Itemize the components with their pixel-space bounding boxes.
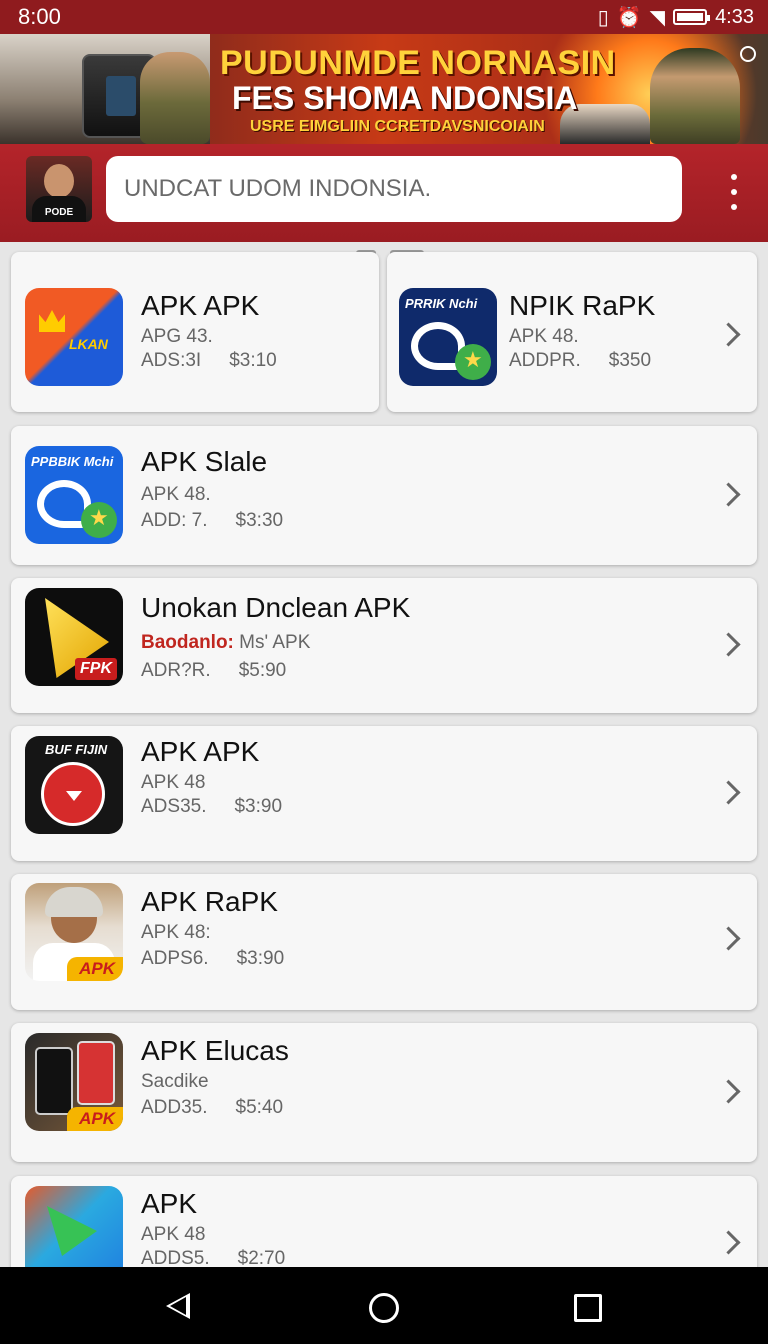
app-card[interactable]: APK APK 48 ADDS5. $2:70 xyxy=(11,1176,757,1284)
app-card[interactable]: PPBBIK Mchi APK Slale APK 48. ADD: 7.$3:… xyxy=(11,426,757,565)
app-title: APK APK xyxy=(141,736,260,767)
app-meta: ADR?R. $5:90 xyxy=(141,660,287,681)
search-header: PODE xyxy=(0,144,768,242)
app-price: $5:40 xyxy=(235,1097,284,1118)
app-title: APK Slale xyxy=(141,446,268,477)
app-icon: FPK xyxy=(25,588,123,686)
chevron-right-icon[interactable] xyxy=(716,482,741,507)
app-title: NPIK RaPK xyxy=(509,290,656,321)
back-icon[interactable] xyxy=(166,1293,190,1319)
search-input[interactable] xyxy=(106,156,682,222)
app-card[interactable]: BUF FIJIN APK APK APK 48 ADS35. $3:90 xyxy=(11,726,757,861)
status-bar: 8:00 ▯ ⏰ ◥ 4:33 xyxy=(0,0,768,34)
app-icon: BUF FIJIN xyxy=(25,736,123,834)
alarm-icon: ⏰ xyxy=(616,6,642,29)
crown-icon xyxy=(39,310,65,332)
banner-tagline: USRE EIMGLIIN CCRETDAVSNICOIAIN xyxy=(250,118,545,135)
banner-subtitle: FES SHOMA NDONSIA xyxy=(232,80,578,116)
recent-apps-icon[interactable] xyxy=(574,1294,602,1322)
app-subtitle: Sacdike xyxy=(141,1071,209,1092)
app-subtitle: APG 43. xyxy=(141,326,213,347)
app-card[interactable]: LKAN APK APK APG 43. ADS:3I $3:10 xyxy=(11,252,379,412)
avatar[interactable]: PODE xyxy=(26,156,92,222)
play-store-icon xyxy=(47,1206,97,1256)
chevron-right-icon[interactable] xyxy=(716,1079,741,1104)
chevron-right-icon[interactable] xyxy=(716,926,741,951)
app-meta: ADS35. $3:90 xyxy=(141,796,283,817)
chevron-right-icon[interactable] xyxy=(716,1230,741,1255)
app-icon: LKAN xyxy=(25,288,123,386)
battery-icon xyxy=(673,9,711,25)
app-meta: ADPS6. $3:90 xyxy=(141,948,285,969)
home-icon[interactable] xyxy=(369,1293,399,1323)
app-card[interactable]: APK APK Elucas Sacdike ADD35. $5:40 xyxy=(11,1023,757,1162)
banner-soldier-image xyxy=(140,52,210,144)
app-meta: ADDPR. $350 xyxy=(509,350,652,371)
apk-badge: APK xyxy=(67,1107,123,1131)
avatar-label: PODE xyxy=(44,207,74,218)
more-options-icon[interactable] xyxy=(722,174,746,210)
battery-text: 4:33 xyxy=(715,5,754,28)
app-price: $3:90 xyxy=(236,948,285,969)
apk-badge: APK xyxy=(67,957,123,981)
app-subtitle: APK 48: xyxy=(141,922,211,943)
app-title: APK Elucas xyxy=(141,1035,289,1066)
app-meta: ADD35. $5:40 xyxy=(141,1097,284,1118)
app-price: $3:10 xyxy=(229,350,277,371)
app-subtitle: APK 48. xyxy=(141,484,211,505)
status-time: 8:00 xyxy=(18,4,61,29)
banner-officer-image xyxy=(650,48,740,144)
app-subtitle: APK 48 xyxy=(141,772,206,793)
app-title: APK xyxy=(141,1188,198,1219)
wifi-icon: ◥ xyxy=(649,6,666,29)
chevron-right-icon[interactable] xyxy=(716,632,741,657)
app-card[interactable]: PRRIK Nchi NPIK RaPK APK 48. ADDPR.$350 xyxy=(387,252,757,412)
app-card[interactable]: FPK Unokan Dnclean APK Baodanlo: Ms' APK… xyxy=(11,578,757,713)
app-title: Unokan Dnclean APK xyxy=(141,592,411,623)
app-icon: APK xyxy=(25,1033,123,1131)
app-title: APK RaPK xyxy=(141,886,278,917)
app-icon: APK xyxy=(25,883,123,981)
app-subtitle: Baodanlo: Ms' APK xyxy=(141,632,311,653)
banner-close-icon[interactable] xyxy=(740,46,756,62)
vibrate-icon: ▯ xyxy=(597,6,609,29)
banner-title: PUDUNMDE NORNASIN xyxy=(220,44,616,82)
app-meta: ADS:3I $3:10 xyxy=(141,350,277,371)
star-icon xyxy=(455,344,491,380)
app-subtitle: APK 48 xyxy=(141,1224,206,1245)
navigation-bar xyxy=(0,1267,768,1344)
app-subtitle: APK 48. xyxy=(509,326,579,347)
app-price: $350 xyxy=(608,350,652,371)
promo-banner[interactable]: PUDUNMDE NORNASIN FES SHOMA NDONSIA USRE… xyxy=(0,34,768,144)
app-price: $3:90 xyxy=(234,796,283,817)
app-title: APK APK xyxy=(141,290,260,321)
app-price: $3:30 xyxy=(235,510,284,531)
star-icon xyxy=(81,502,117,538)
app-meta: ADD: 7. $3:30 xyxy=(141,510,284,531)
target-icon xyxy=(41,762,105,826)
app-card[interactable]: APK APK RaPK APK 48: ADPS6. $3:90 xyxy=(11,874,757,1010)
status-icons: ▯ ⏰ ◥ 4:33 xyxy=(598,5,754,30)
chevron-right-icon[interactable] xyxy=(716,322,741,347)
chevron-right-icon[interactable] xyxy=(716,780,741,805)
app-icon: PRRIK Nchi xyxy=(399,288,497,386)
app-price: $5:90 xyxy=(238,660,287,681)
app-icon: PPBBIK Mchi xyxy=(25,446,123,544)
